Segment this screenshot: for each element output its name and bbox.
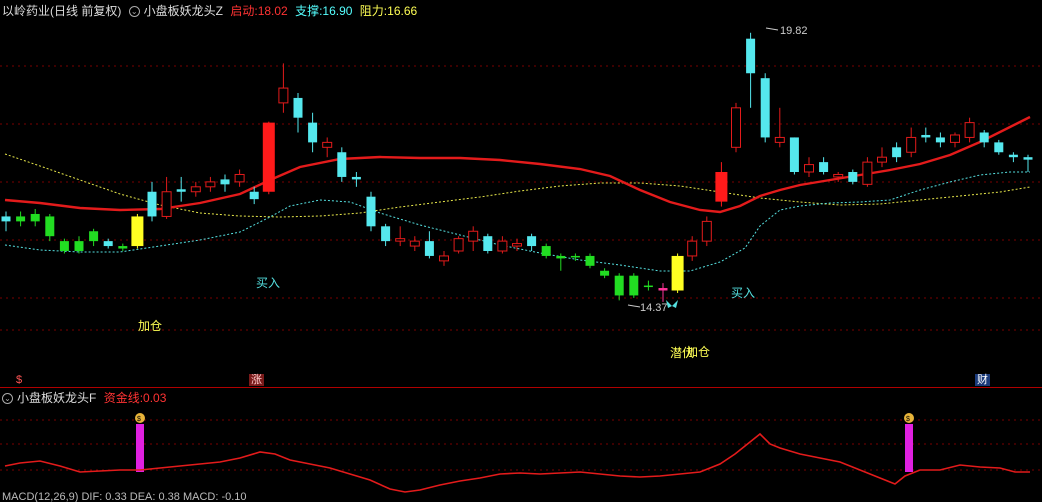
candle-body[interactable] (950, 134, 960, 143)
candle-body[interactable] (16, 216, 26, 222)
candle-body[interactable] (147, 191, 157, 217)
candle-body[interactable] (600, 270, 610, 276)
red-ma-line (4, 115, 1031, 214)
candle-body[interactable] (629, 275, 639, 296)
candle-body[interactable] (351, 176, 361, 180)
candle-body[interactable] (1008, 154, 1018, 158)
candle-body[interactable] (409, 240, 420, 247)
candle-body[interactable] (103, 241, 113, 247)
candle-body[interactable] (906, 136, 917, 153)
candle-body[interactable] (424, 241, 434, 256)
svg-text:$: $ (906, 416, 910, 423)
money-bag-icon-2: $ (904, 413, 914, 423)
candles (1, 32, 1033, 302)
fund-grid (0, 419, 1042, 471)
candle-body[interactable] (497, 240, 508, 252)
candle-body[interactable] (556, 255, 566, 259)
candle-body[interactable] (293, 97, 303, 118)
buy-label-2: 买入 (731, 286, 755, 300)
candle-body[interactable] (819, 162, 829, 172)
s-marker[interactable]: $ (14, 374, 24, 386)
zhang-marker[interactable]: 涨 (249, 374, 264, 386)
money-bag-icon-1: $ (135, 413, 145, 423)
candle-body[interactable] (322, 141, 333, 148)
price-chart[interactable]: 19.82 14.37 买入 买入 加仓 潜伏 加仓 (0, 0, 1042, 387)
candle-body[interactable] (308, 122, 318, 143)
yellow-ma-line (4, 153, 1031, 218)
candle-body[interactable] (760, 78, 770, 138)
candle-body[interactable] (527, 236, 537, 247)
candle-body[interactable] (658, 288, 668, 291)
candle-body[interactable] (833, 173, 844, 178)
cyan-ma-line (4, 171, 1030, 272)
candle-body[interactable] (439, 255, 449, 262)
add-label: 加仓 (138, 319, 162, 333)
price-annotations: 19.82 14.37 买入 买入 加仓 潜伏 加仓 (138, 25, 808, 360)
macd-header[interactable]: MACD(12,26,9) DIF: 0.33 DEA: 0.38 MACD: … (2, 492, 247, 502)
candle-body[interactable] (994, 142, 1004, 153)
fund-bar-2 (905, 424, 913, 472)
candle-body[interactable] (614, 275, 624, 296)
candle-body[interactable] (59, 241, 69, 251)
candle-body[interactable] (1, 216, 11, 222)
candle-body[interactable] (789, 137, 799, 172)
candle-body[interactable] (570, 255, 580, 258)
candle-body[interactable] (366, 196, 376, 227)
candle-body[interactable] (220, 179, 230, 185)
candle-body[interactable] (541, 246, 551, 256)
candle-body[interactable] (774, 136, 785, 143)
candle-body[interactable] (979, 132, 989, 143)
candle-body[interactable] (892, 147, 902, 158)
fund-bar-1 (136, 424, 144, 472)
fund-line (4, 432, 1030, 493)
candle-body[interactable] (921, 134, 931, 138)
candle-body[interactable] (964, 122, 975, 138)
candle-body[interactable] (746, 38, 756, 74)
candle-body[interactable] (701, 220, 712, 242)
candle-body[interactable] (262, 122, 275, 192)
candle-body[interactable] (715, 172, 728, 202)
candle-body[interactable] (1023, 157, 1033, 160)
buy-label-1: 买入 (256, 276, 280, 290)
candle-body[interactable] (731, 107, 741, 148)
svg-text:$: $ (137, 416, 141, 423)
candle-body[interactable] (205, 181, 216, 188)
candle-body[interactable] (74, 241, 84, 251)
candle-body[interactable] (161, 191, 172, 217)
high-label: 19.82 (780, 25, 808, 37)
fund-chart[interactable]: $ $ (0, 388, 1042, 502)
candle-body[interactable] (89, 231, 99, 242)
candle-body[interactable] (512, 243, 522, 247)
candle-body[interactable] (176, 189, 186, 192)
butterfly-icon (666, 300, 678, 308)
candle-body[interactable] (671, 255, 684, 291)
candle-body[interactable] (30, 213, 40, 222)
candle-body[interactable] (278, 87, 289, 104)
candle-body[interactable] (848, 172, 858, 182)
candle-body[interactable] (877, 156, 887, 163)
candle-body[interactable] (131, 216, 144, 247)
candle-body[interactable] (643, 285, 653, 288)
candle-body[interactable] (468, 230, 479, 242)
candle-body[interactable] (687, 240, 698, 257)
candle-body[interactable] (935, 137, 945, 143)
candle-body[interactable] (118, 246, 128, 249)
low-label: 14.37 (640, 302, 668, 314)
candle-body[interactable] (234, 173, 245, 183)
high-pointer (765, 27, 779, 31)
candle-body[interactable] (862, 161, 873, 185)
candle-body[interactable] (249, 191, 259, 200)
low-pointer (627, 304, 641, 308)
candle-body[interactable] (337, 152, 347, 177)
candle-body[interactable] (585, 255, 595, 266)
candle-body[interactable] (190, 186, 201, 193)
candle-body[interactable] (483, 236, 493, 251)
candle-body[interactable] (395, 238, 406, 242)
hidden-add-label: 加仓 (686, 345, 710, 359)
candle-body[interactable] (804, 164, 814, 173)
cai-marker[interactable]: 财 (975, 374, 990, 386)
candle-body[interactable] (45, 216, 55, 237)
candle-body[interactable] (453, 238, 464, 252)
candle-body[interactable] (381, 226, 391, 242)
